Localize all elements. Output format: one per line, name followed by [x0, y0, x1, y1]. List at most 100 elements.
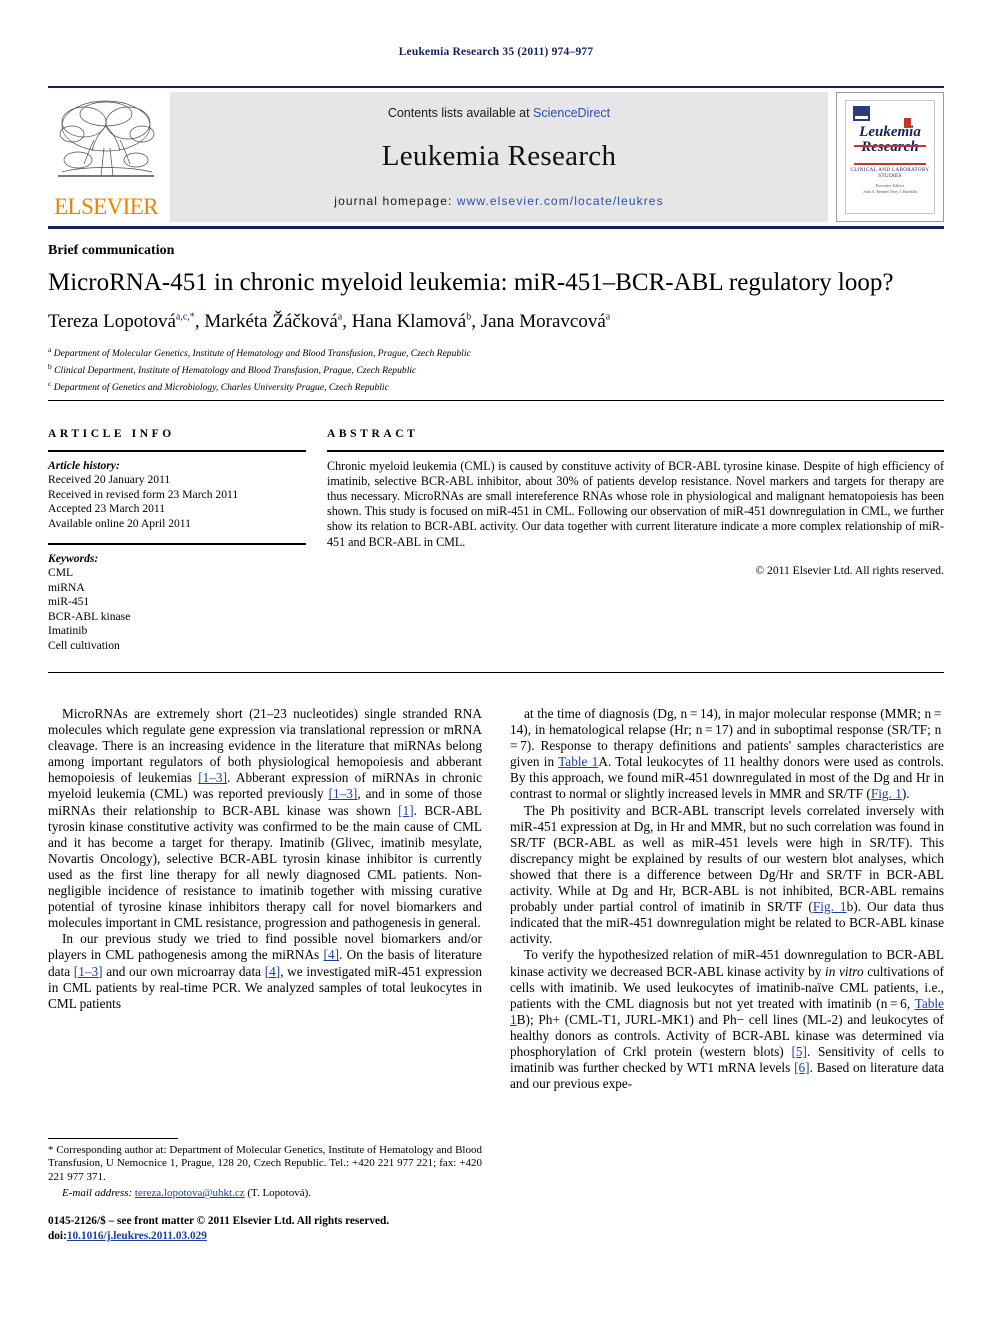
abstract-rule: [327, 450, 944, 452]
article-history-item: Received in revised form 23 March 2011: [48, 487, 239, 501]
page-title: MicroRNA-451 in chronic myeloid leukemia…: [48, 269, 894, 296]
doi-link[interactable]: 10.1016/j.leukres.2011.03.029: [67, 1230, 207, 1242]
doi-line: doi:10.1016/j.leukres.2011.03.029: [48, 1229, 548, 1244]
reference-link[interactable]: [1]: [398, 803, 414, 818]
affiliation-list: a Department of Molecular Genetics, Inst…: [48, 344, 944, 394]
article-info-column: ARTICLE INFO Article history: Received 2…: [48, 428, 306, 653]
reference-link[interactable]: Fig. 1: [813, 899, 847, 914]
email-owner: (T. Lopotová).: [244, 1187, 312, 1200]
running-head: Leukemia Research 35 (2011) 974–977: [398, 46, 594, 58]
author-name: Hana Klamová: [351, 311, 467, 332]
reference-link[interactable]: [1–3]: [198, 770, 227, 785]
journal-title: Leukemia Research: [381, 140, 617, 172]
elsevier-tree-icon: [58, 100, 155, 177]
reference-link[interactable]: Table 1: [510, 996, 944, 1027]
journal-masthead: ELSEVIER Contents lists available at Sci…: [48, 86, 944, 222]
body-column-right: at the time of diagnosis (Dg, n = 14), i…: [510, 706, 944, 1092]
keyword-item: BCR-ABL kinase: [48, 609, 131, 623]
journal-homepage-line: journal homepage: www.elsevier.com/locat…: [170, 194, 828, 208]
keyword-item: CML: [48, 566, 74, 580]
keyword-items: CML miRNA miR-451 BCR-ABL kinase Imatinib Cel…: [48, 566, 306, 653]
article-type-label: Brief communication: [48, 243, 175, 258]
abstract-column: ABSTRACT Chronic myeloid leukemia (CML) …: [327, 428, 944, 577]
keyword-item: miRNA: [48, 580, 85, 594]
email-label: E-mail address:: [62, 1187, 133, 1200]
article-history-items: Received 20 January 2011 Received in revi…: [48, 473, 306, 531]
email-line: E-mail address: tereza.lopotova@uhkt.cz …: [48, 1187, 482, 1200]
cover-meta-line2: John A. Bennett Terry J. Hamblin: [863, 189, 917, 194]
body-paragraph: The Ph positivity and BCR-ABL transcript…: [510, 802, 944, 947]
sciencedirect-link[interactable]: ScienceDirect: [533, 106, 610, 120]
reference-link[interactable]: [1–3]: [74, 964, 103, 979]
reference-link[interactable]: Table 1: [558, 754, 598, 769]
elsevier-logo: ELSEVIER: [48, 92, 164, 222]
article-history-title: Article history:: [48, 458, 120, 472]
author-name: Markéta Žáčková: [204, 311, 338, 332]
corresponding-author-line: * Corresponding author at: Department of…: [48, 1144, 482, 1184]
reference-link[interactable]: [1–3]: [329, 786, 358, 801]
email-link[interactable]: tereza.lopotova@uhkt.cz: [135, 1187, 245, 1199]
homepage-prefix: journal homepage:: [334, 194, 457, 208]
body-paragraph: In our previous study we tried to find p…: [48, 931, 482, 1011]
affiliation-text: Department of Genetics and Microbiology,…: [51, 381, 389, 393]
body-column-left: MicroRNAs are extremely short (21–23 nuc…: [48, 706, 482, 1012]
elsevier-wordmark: ELSEVIER: [54, 194, 158, 219]
author-affiliation-marker: b: [466, 311, 472, 323]
abstract-copyright: © 2011 Elsevier Ltd. All rights reserved…: [755, 563, 944, 577]
paper-page: Leukemia Research 35 (2011) 974–977 ELSE…: [0, 0, 992, 1323]
homepage-url[interactable]: www.elsevier.com/locate/leukres: [457, 194, 664, 208]
footnote-rule: [48, 1138, 178, 1139]
author-list: Tereza Lopotováa,c,*, Markéta Žáčkováa, …: [48, 311, 611, 332]
author-affiliation-marker: a: [605, 311, 611, 323]
affiliation-item: c Department of Genetics and Microbiolog…: [48, 378, 944, 395]
article-history-item: Received 20 January 2011: [48, 473, 171, 487]
cover-subtitle: CLINICAL AND LABORATORY STUDIES: [850, 167, 930, 179]
cover-rule-top: [854, 145, 926, 147]
affiliation-item: b Clinical Department, Institute of Hema…: [48, 361, 944, 378]
italic-text: in vitro: [825, 963, 864, 979]
cover-elsevier-mark-icon: [853, 106, 870, 121]
keyword-item: Imatinib: [48, 624, 88, 638]
article-info-rule: [48, 450, 306, 452]
keyword-item: Cell cultivation: [48, 638, 120, 652]
reference-link[interactable]: Fig. 1: [871, 786, 902, 801]
divider-above-abstract: [48, 400, 944, 401]
corresponding-author-text: Corresponding author at: Department of M…: [48, 1144, 482, 1183]
contents-line: Contents lists available at ScienceDirec…: [170, 106, 828, 120]
article-info-heading: ARTICLE INFO: [48, 428, 175, 440]
journal-cover-thumbnail: Leukemia Research CLINICAL AND LABORATOR…: [836, 92, 944, 222]
body-paragraph: at the time of diagnosis (Dg, n = 14), i…: [510, 706, 944, 802]
issn-line: 0145-2126/$ – see front matter © 2011 El…: [48, 1215, 390, 1227]
author-affiliation-marker: a,c,*: [175, 311, 195, 323]
article-history-block: Article history: Received 20 January 201…: [48, 459, 306, 532]
imprint-block: 0145-2126/$ – see front matter © 2011 El…: [48, 1214, 548, 1243]
cover-title-line1: Leukemia: [859, 124, 921, 140]
keywords-title: Keywords:: [48, 551, 99, 565]
cover-title: Leukemia Research: [846, 125, 934, 155]
keyword-item: miR-451: [48, 595, 90, 609]
author-name: Tereza Lopotová: [48, 311, 176, 332]
affiliation-text: Department of Molecular Genetics, Instit…: [51, 348, 471, 360]
doi-prefix: doi:: [48, 1229, 67, 1242]
cover-rule-bottom: [854, 163, 926, 165]
reference-link[interactable]: [4]: [265, 964, 281, 979]
masthead-bottom-rule: [48, 226, 944, 229]
article-history-item: Accepted 23 March 2011: [48, 502, 166, 516]
article-history-item: Available online 20 April 2011: [48, 516, 191, 530]
author-name: Jana Moravcová: [480, 311, 606, 332]
keywords-block: Keywords: CML miRNA miR-451 BCR-ABL kinase I…: [48, 552, 306, 654]
reference-link[interactable]: [4]: [324, 947, 340, 962]
keywords-rule: [48, 543, 306, 545]
affiliation-item: a Department of Molecular Genetics, Inst…: [48, 344, 944, 361]
contents-prefix: Contents lists available at: [387, 106, 534, 120]
divider-above-body: [48, 672, 944, 673]
body-paragraph: To verify the hypothesized relation of m…: [510, 947, 944, 1092]
journal-band: Contents lists available at ScienceDirec…: [170, 92, 828, 222]
cover-meta: Executive Editors John A. Bennett Terry …: [846, 183, 934, 195]
reference-link[interactable]: [5]: [791, 1044, 807, 1059]
reference-link[interactable]: [6]: [794, 1060, 810, 1075]
body-paragraph: MicroRNAs are extremely short (21–23 nuc…: [48, 706, 483, 931]
affiliation-text: Clinical Department, Institute of Hemato…: [51, 364, 417, 376]
corresponding-author-footnote: * Corresponding author at: Department of…: [48, 1144, 482, 1201]
cover-title-line2: Research: [861, 139, 919, 155]
